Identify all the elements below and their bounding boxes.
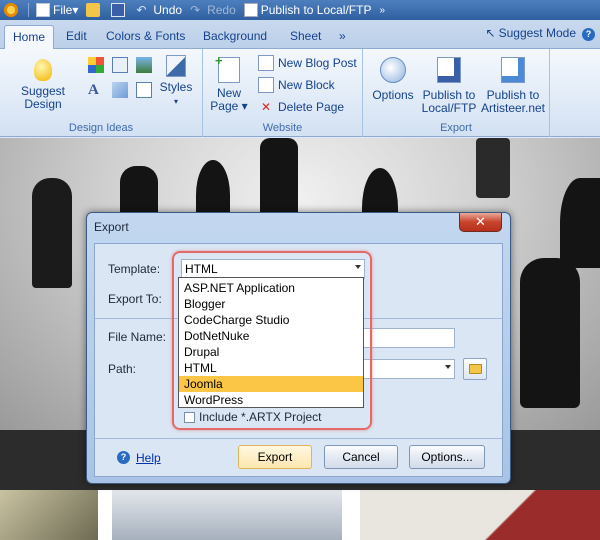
customize-qat-button[interactable]: » <box>375 0 389 20</box>
layout-icon[interactable] <box>112 57 128 73</box>
publish-artisteer-button[interactable]: Publish to Artisteer.net <box>479 57 547 115</box>
menu-style-icon[interactable] <box>136 82 152 98</box>
new-block-button[interactable]: New Block <box>258 77 335 93</box>
publish-icon <box>243 3 258 17</box>
lightbulb-icon <box>34 59 52 81</box>
undo-icon: ↶ <box>136 3 147 17</box>
cursor-icon: ↖ <box>485 26 496 40</box>
tab-edit[interactable]: Edit <box>58 25 95 49</box>
folder-icon <box>86 3 101 17</box>
tab-more[interactable]: » <box>331 25 354 49</box>
options-dialog-button[interactable]: Options... <box>409 445 485 469</box>
publish-local-qat-button[interactable]: Publish to Local/FTP <box>240 0 376 20</box>
delete-page-button[interactable]: ✕ Delete Page <box>258 99 344 115</box>
new-blog-post-icon <box>258 55 274 71</box>
open-button[interactable] <box>82 0 107 20</box>
folder-icon <box>469 364 482 374</box>
group-design-ideas: Suggest Design A Styles ▾ Design Ideas <box>0 49 203 137</box>
export-to-label: Export To: <box>108 292 162 306</box>
suggest-mode-toggle[interactable]: ↖ Suggest Mode <box>486 26 576 40</box>
group-website: + New Page ▾ New Blog Post New Block ✕ D… <box>203 49 363 137</box>
thumbnail-image <box>112 490 342 540</box>
chess-piece <box>560 178 600 268</box>
chess-piece <box>476 138 510 198</box>
thumbnail-image <box>0 490 98 540</box>
path-label: Path: <box>108 362 137 376</box>
thumbnail-strip <box>0 490 600 540</box>
chess-piece <box>32 178 72 288</box>
app-menu-button[interactable] <box>0 0 25 20</box>
publish-local-ftp-button[interactable]: Publish to Local/FTP <box>419 57 479 115</box>
file-name-label: File Name: <box>108 330 167 344</box>
undo-button[interactable]: ↶ Undo <box>132 0 186 20</box>
help-icon[interactable]: ? <box>582 28 595 41</box>
save-button[interactable] <box>107 0 132 20</box>
close-button[interactable]: ✕ <box>459 213 502 232</box>
chess-piece <box>520 258 580 408</box>
dialog-title: Export <box>94 220 129 234</box>
help-link[interactable]: Help <box>136 451 161 465</box>
file-menu-button[interactable]: File ▾ <box>32 0 82 20</box>
redo-icon: ↷ <box>190 3 201 17</box>
save-icon <box>111 3 126 17</box>
app-logo-icon <box>4 3 18 17</box>
options-icon <box>380 57 406 83</box>
tab-background[interactable]: Background <box>195 25 275 49</box>
ribbon: Suggest Design A Styles ▾ Design Ideas + … <box>0 49 600 137</box>
delete-page-icon: ✕ <box>260 100 272 114</box>
picture-icon[interactable] <box>136 57 152 73</box>
template-label: Template: <box>108 262 161 276</box>
color-scheme-icon[interactable] <box>88 57 104 73</box>
quick-access-toolbar: File ▾ ↶ Undo ↷ Redo Publish to Local/FTP… <box>0 0 600 20</box>
annotation-highlight-ring <box>172 251 372 430</box>
divider <box>95 438 502 439</box>
suggest-design-button[interactable]: Suggest Design <box>2 59 84 111</box>
help-icon[interactable]: ? <box>117 451 130 464</box>
chevron-down-icon <box>445 365 451 369</box>
publish-web-icon <box>501 57 525 83</box>
new-blog-post-button[interactable]: New Blog Post <box>258 55 357 71</box>
publish-local-icon <box>437 57 461 83</box>
styles-button[interactable]: Styles ▾ <box>158 55 194 108</box>
options-button[interactable]: Options <box>369 57 417 102</box>
texture-icon[interactable] <box>112 82 128 98</box>
thumbnail-image <box>360 490 600 540</box>
ribbon-tabs: Home Edit Colors & Fonts Background Shee… <box>0 20 600 50</box>
styles-icon <box>166 55 186 77</box>
new-page-button[interactable]: + New Page ▾ <box>209 54 249 113</box>
new-page-icon: + <box>215 54 240 83</box>
tab-colors-fonts[interactable]: Colors & Fonts <box>98 25 193 49</box>
overflow-icon: » <box>379 4 386 16</box>
new-block-icon <box>258 77 274 93</box>
document-icon <box>36 3 50 17</box>
redo-button[interactable]: ↷ Redo <box>186 0 240 20</box>
tab-home[interactable]: Home <box>4 25 55 50</box>
group-export: Options Publish to Local/FTP Publish to … <box>363 49 550 137</box>
font-icon[interactable]: A <box>88 82 104 98</box>
cancel-button[interactable]: Cancel <box>324 445 398 469</box>
browse-folder-button[interactable] <box>463 358 487 380</box>
tab-sheet[interactable]: Sheet <box>282 25 329 49</box>
export-button[interactable]: Export <box>238 445 312 469</box>
